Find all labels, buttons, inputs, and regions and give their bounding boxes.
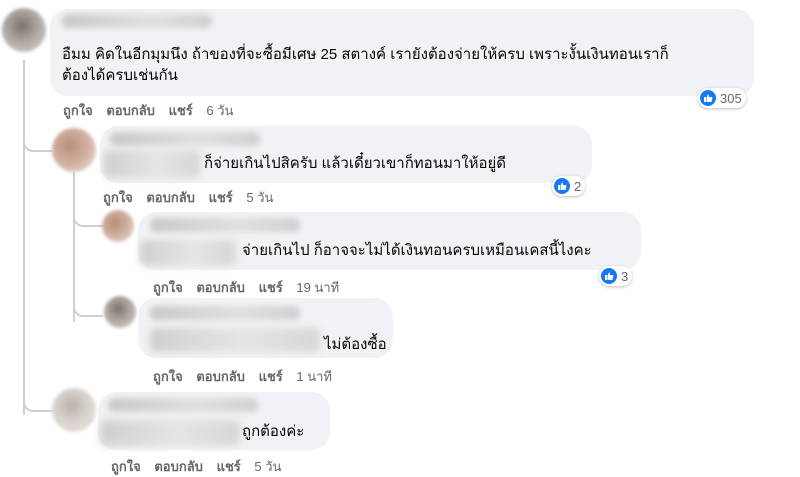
redacted-mention [140, 240, 236, 266]
share-button[interactable]: แชร์ [259, 280, 283, 295]
comment-text: จ่ายเกินไป ก็อาจจะไม่ได้เงินทอนครบเหมือน… [242, 242, 592, 259]
author-name[interactable] [110, 132, 260, 146]
redacted-mention [150, 328, 320, 352]
thread-line [23, 60, 25, 415]
reaction-number: 3 [621, 268, 629, 284]
share-button[interactable]: แชร์ [209, 190, 233, 205]
timestamp[interactable]: 5 วัน [254, 459, 281, 474]
comment-actions: ถูกใจ ตอบกลับ แชร์ 6 วัน [63, 100, 243, 121]
reply-button[interactable]: ตอบกลับ [106, 103, 155, 118]
comment-actions: ถูกใจ ตอบกลับ แชร์ 1 นาที [153, 366, 342, 387]
timestamp[interactable]: 19 นาที [296, 280, 339, 295]
comment-text: ต้องได้ครบเช่นกัน [62, 67, 178, 84]
reaction-count[interactable]: 305 [698, 88, 746, 108]
avatar[interactable] [102, 210, 134, 242]
thread-connector [73, 295, 103, 317]
redacted-mention [104, 150, 200, 178]
like-button[interactable]: ถูกใจ [63, 103, 93, 118]
thread-connector [23, 390, 53, 412]
like-thumb-icon [700, 90, 716, 106]
comment-actions: ถูกใจ ตอบกลับ แชร์ 5 วัน [111, 456, 291, 477]
like-button[interactable]: ถูกใจ [111, 459, 141, 474]
timestamp[interactable]: 6 วัน [206, 103, 233, 118]
thread-connector [73, 205, 103, 227]
like-thumb-icon [601, 268, 617, 284]
reaction-number: 2 [574, 178, 582, 194]
author-name[interactable] [150, 306, 300, 320]
avatar[interactable] [104, 296, 136, 328]
reply-button[interactable]: ตอบกลับ [196, 280, 245, 295]
author-name[interactable] [108, 398, 258, 412]
timestamp[interactable]: 5 วัน [246, 190, 273, 205]
like-button[interactable]: ถูกใจ [103, 190, 133, 205]
comment-actions: ถูกใจ ตอบกลับ แชร์ 19 นาที [153, 277, 349, 298]
redacted-mention [100, 420, 240, 446]
author-name[interactable] [150, 218, 300, 232]
comment-text: ถูกต้องค่ะ [242, 423, 305, 440]
author-name[interactable] [62, 14, 212, 28]
share-button[interactable]: แชร์ [259, 369, 283, 384]
share-button[interactable]: แชร์ [169, 103, 193, 118]
comment-text: อืมม คิดในอีกมุมนึง ถ้าของที่จะซื้อมีเศษ… [62, 46, 669, 63]
reply-button[interactable]: ตอบกลับ [146, 190, 195, 205]
like-button[interactable]: ถูกใจ [153, 280, 183, 295]
timestamp[interactable]: 1 นาที [296, 369, 332, 384]
avatar[interactable] [52, 128, 96, 172]
comment-actions: ถูกใจ ตอบกลับ แชร์ 5 วัน [103, 187, 283, 208]
reply-button[interactable]: ตอบกลับ [154, 459, 203, 474]
thread-connector [23, 130, 53, 152]
comment-text: ก็จ่ายเกินไปสิครับ แล้วเดี๋ยวเขาก็ทอนมาใ… [204, 155, 507, 172]
like-button[interactable]: ถูกใจ [153, 369, 183, 384]
reaction-count[interactable]: 2 [552, 176, 586, 196]
share-button[interactable]: แชร์ [217, 459, 241, 474]
avatar[interactable] [2, 8, 46, 52]
reaction-count[interactable]: 3 [599, 266, 633, 286]
comment-text: ไม่ต้องซื้อ [324, 336, 387, 353]
like-thumb-icon [554, 178, 570, 194]
reply-button[interactable]: ตอบกลับ [196, 369, 245, 384]
reaction-number: 305 [720, 90, 742, 106]
avatar[interactable] [52, 388, 96, 432]
